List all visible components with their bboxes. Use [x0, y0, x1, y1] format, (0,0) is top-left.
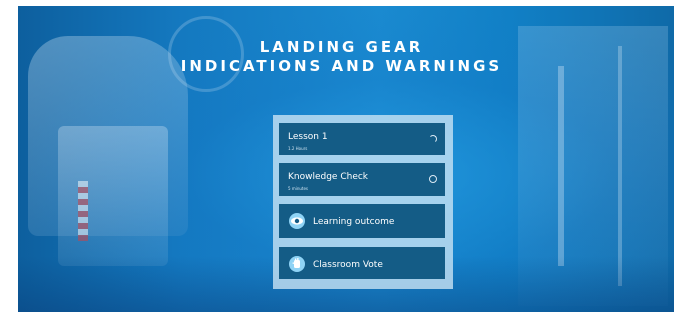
learning-outcome-label: Learning outcome [313, 217, 395, 227]
lesson-1-button[interactable]: Lesson 1 1.2 Hours [279, 123, 445, 155]
classroom-vote-label: Classroom Vote [313, 260, 383, 270]
progress-ring-icon [429, 135, 437, 143]
page-title-line1: LANDING GEAR [259, 38, 424, 56]
lesson-1-label: Lesson 1 [288, 132, 328, 142]
learning-outcome-button[interactable]: Learning outcome [279, 204, 445, 238]
course-menu-panel: Lesson 1 1.2 Hours Knowledge Check 5 min… [273, 115, 453, 289]
progress-ring-icon [429, 175, 437, 183]
page-title-line2: INDICATIONS AND WARNINGS [180, 57, 503, 75]
lesson-1-duration: 1.2 Hours [288, 146, 308, 151]
strut-shape-2 [618, 46, 622, 286]
strut-shape [558, 66, 564, 266]
knowledge-check-label: Knowledge Check [288, 172, 369, 182]
striped-marker [78, 181, 88, 241]
aircraft-panel-shape [58, 126, 168, 266]
vote-hand-icon [289, 256, 305, 272]
knowledge-check-duration: 5 minutes [288, 186, 309, 191]
eye-icon [289, 213, 305, 229]
knowledge-check-button[interactable]: Knowledge Check 5 minutes [279, 163, 445, 196]
classroom-vote-button[interactable]: Classroom Vote [279, 247, 445, 279]
